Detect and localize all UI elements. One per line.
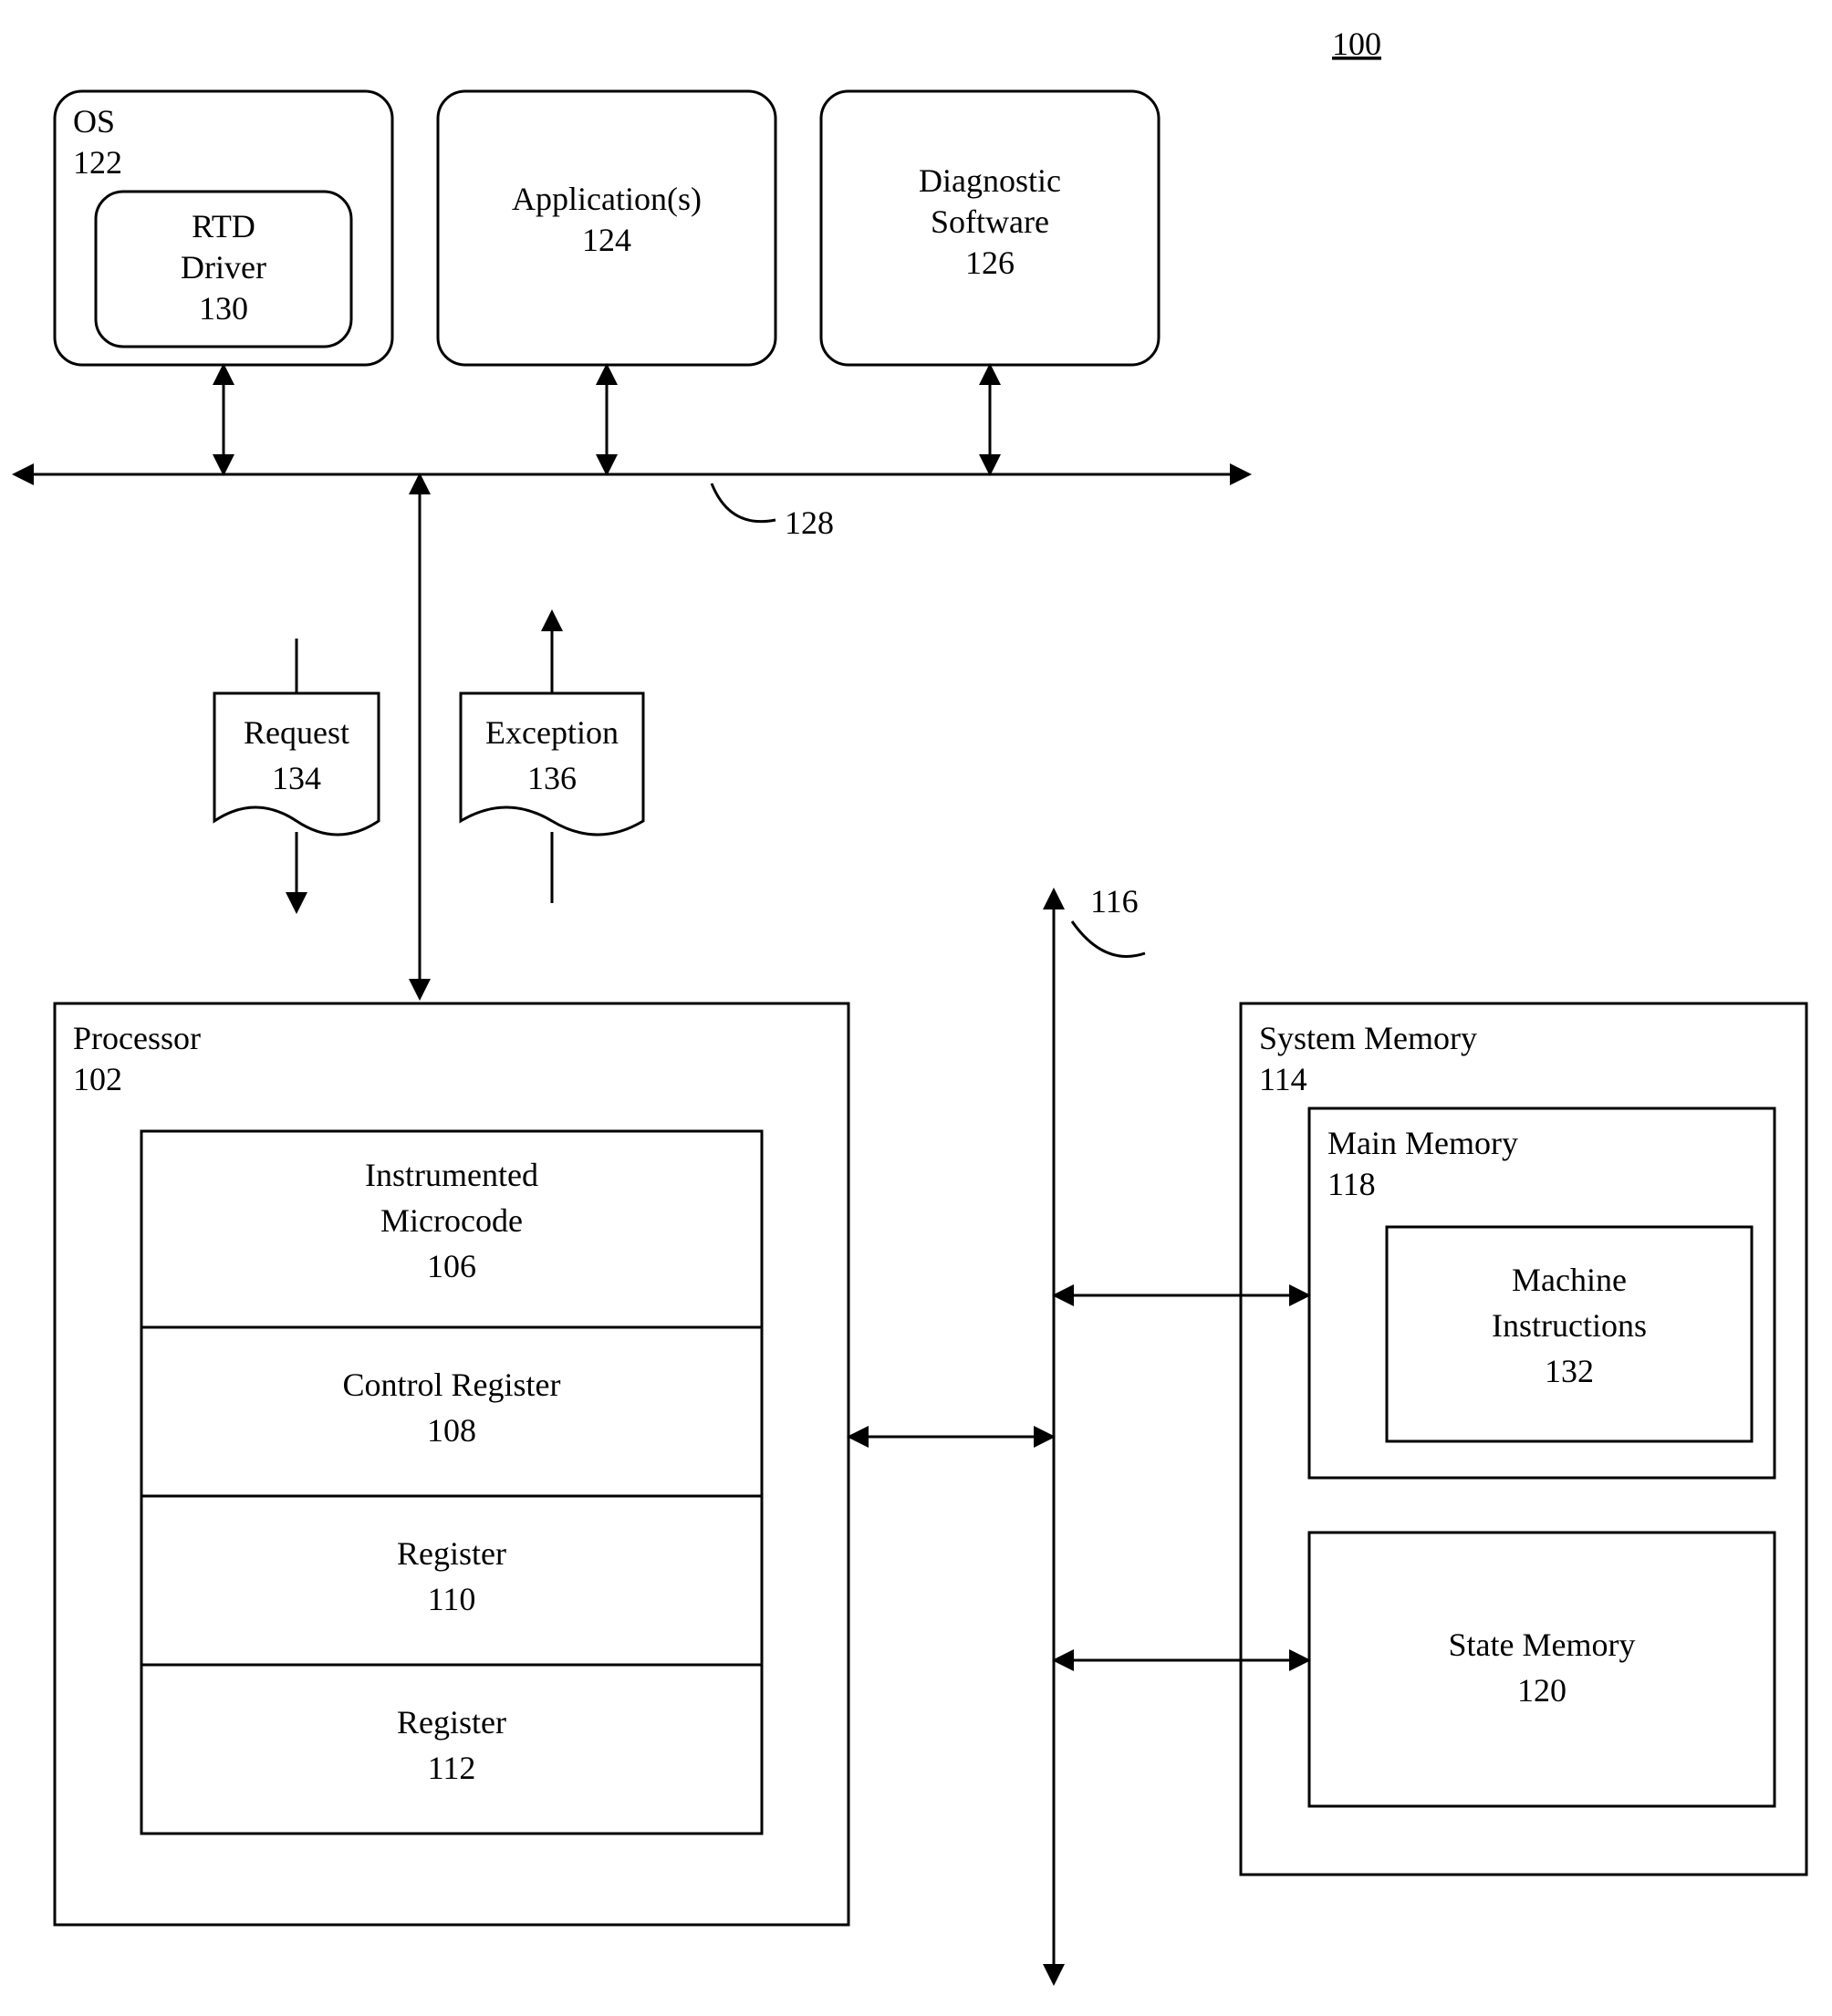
exception-title: Exception bbox=[485, 714, 619, 751]
diagnostic-line1: Diagnostic bbox=[919, 162, 1061, 199]
control-register-title: Control Register bbox=[343, 1367, 561, 1403]
processor-inner: Instrumented Microcode 106 Control Regis… bbox=[141, 1131, 762, 1834]
figure-number: 100 bbox=[1332, 26, 1381, 62]
processor-box: Processor 102 bbox=[55, 1003, 848, 1925]
control-register-ref: 108 bbox=[427, 1412, 476, 1449]
instrumented-line1: Instrumented bbox=[365, 1157, 538, 1193]
register-b-title: Register bbox=[397, 1704, 506, 1741]
bus-ref: 128 bbox=[785, 504, 834, 541]
register-a-title: Register bbox=[397, 1535, 506, 1572]
state-memory-box: State Memory 120 bbox=[1309, 1533, 1775, 1806]
state-memory-ref: 120 bbox=[1517, 1672, 1567, 1709]
instrumented-line2: Microcode bbox=[380, 1202, 523, 1239]
system-memory-ref: 114 bbox=[1259, 1061, 1307, 1097]
rtd-driver-line2: Driver bbox=[181, 249, 266, 286]
machine-ref: 132 bbox=[1545, 1353, 1594, 1389]
system-memory-box: System Memory 114 bbox=[1241, 1003, 1806, 1875]
machine-line2: Instructions bbox=[1492, 1307, 1647, 1344]
rtd-driver-line1: RTD bbox=[192, 208, 255, 244]
memory-bus-ref: 116 bbox=[1090, 883, 1139, 920]
request-ref: 134 bbox=[272, 760, 321, 796]
state-memory-title: State Memory bbox=[1449, 1626, 1636, 1663]
diagnostic-line2: Software bbox=[931, 203, 1049, 240]
bus-ref-hook bbox=[712, 483, 775, 522]
exception-doc: Exception 136 bbox=[461, 620, 643, 903]
diagram: 100 OS 122 RTD Driver 130 Application(s)… bbox=[0, 0, 1832, 2016]
instrumented-ref: 106 bbox=[427, 1248, 476, 1284]
rtd-driver-box: RTD Driver 130 bbox=[96, 192, 351, 347]
rtd-driver-ref: 130 bbox=[199, 290, 248, 327]
applications-box: Application(s) 124 bbox=[438, 91, 775, 365]
applications-title: Application(s) bbox=[512, 181, 702, 217]
os-ref: 122 bbox=[73, 144, 122, 181]
machine-instructions-box: Machine Instructions 132 bbox=[1387, 1227, 1752, 1441]
request-doc: Request 134 bbox=[214, 639, 379, 903]
applications-ref: 124 bbox=[582, 222, 631, 258]
request-title: Request bbox=[244, 714, 349, 751]
system-memory-title: System Memory bbox=[1259, 1020, 1477, 1056]
register-a-ref: 110 bbox=[428, 1581, 476, 1617]
diagnostic-ref: 126 bbox=[965, 244, 1015, 281]
processor-title: Processor bbox=[73, 1020, 201, 1056]
machine-line1: Machine bbox=[1512, 1262, 1627, 1298]
os-title: OS bbox=[73, 103, 115, 140]
main-memory-title: Main Memory bbox=[1327, 1125, 1518, 1161]
diagnostic-software-box: Diagnostic Software 126 bbox=[821, 91, 1159, 365]
main-memory-ref: 118 bbox=[1327, 1166, 1376, 1202]
exception-ref: 136 bbox=[527, 760, 577, 796]
processor-ref: 102 bbox=[73, 1061, 122, 1097]
register-b-ref: 112 bbox=[428, 1750, 476, 1786]
memory-bus-hook bbox=[1072, 921, 1145, 956]
